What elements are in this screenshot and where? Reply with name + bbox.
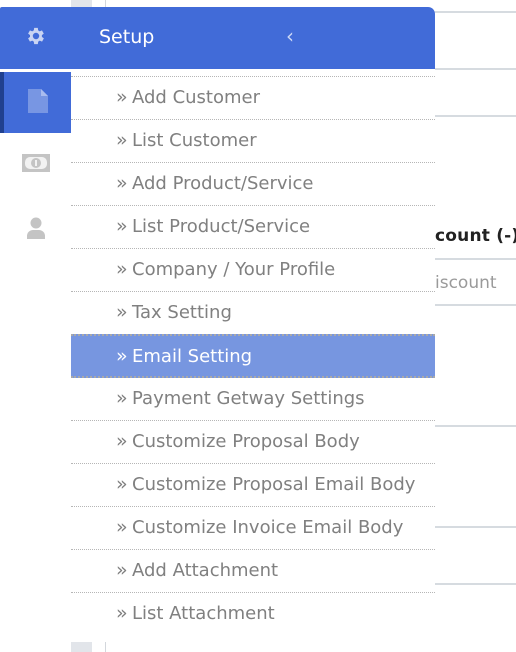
document-icon	[26, 87, 50, 119]
background-column-heading: count (-)	[435, 226, 516, 246]
double-chevron-right-icon: »	[116, 387, 128, 409]
background-row-divider	[435, 526, 516, 528]
menu-item-tax-setting[interactable]: » Tax Setting	[71, 291, 435, 334]
background-row-divider	[435, 68, 516, 70]
background-row-divider	[435, 115, 516, 117]
menu-item-label: Add Customer	[132, 87, 261, 108]
menu-item-customize-proposal-email-body[interactable]: » Customize Proposal Email Body	[71, 463, 435, 506]
sidebar-header: Setup ‹	[71, 7, 435, 69]
menu-item-label: List Attachment	[132, 603, 275, 624]
double-chevron-right-icon: »	[116, 602, 128, 624]
background-row-divider	[435, 583, 516, 585]
background-panel	[71, 642, 92, 652]
background-row-divider	[435, 258, 516, 260]
menu-item-label: Customize Proposal Body	[132, 431, 360, 452]
rail-item-payments[interactable]	[0, 145, 71, 185]
menu-item-label: Tax Setting	[132, 302, 232, 323]
menu-item-company-your-profile[interactable]: » Company / Your Profile	[71, 248, 435, 291]
double-chevron-right-icon: »	[116, 559, 128, 581]
background-column-value: iscount	[435, 273, 497, 293]
setup-submenu: » Add Customer» List Customer» Add Product/…	[71, 76, 435, 635]
menu-item-list-customer[interactable]: » List Customer	[71, 119, 435, 162]
menu-item-list-product-service[interactable]: » List Product/Service	[71, 205, 435, 248]
menu-item-label: Add Attachment	[132, 560, 279, 581]
money-icon	[21, 154, 50, 176]
menu-item-label: Company / Your Profile	[132, 259, 336, 280]
menu-item-label: Add Product/Service	[132, 173, 314, 194]
double-chevron-right-icon: »	[116, 345, 128, 367]
double-chevron-right-icon: »	[116, 258, 128, 280]
double-chevron-right-icon: »	[116, 172, 128, 194]
menu-item-payment-getway-settings[interactable]: » Payment Getway Settings	[71, 378, 435, 420]
menu-item-label: Customize Proposal Email Body	[132, 474, 416, 495]
double-chevron-right-icon: »	[116, 215, 128, 237]
menu-item-customize-proposal-body[interactable]: » Customize Proposal Body	[71, 420, 435, 463]
collapse-chevron-icon[interactable]: ‹	[286, 24, 294, 48]
background-row-divider	[435, 304, 516, 306]
background-divider	[105, 642, 106, 652]
double-chevron-right-icon: »	[116, 516, 128, 538]
menu-item-list-attachment[interactable]: » List Attachment	[71, 592, 435, 635]
user-icon	[26, 217, 46, 243]
double-chevron-right-icon: »	[116, 301, 128, 323]
double-chevron-right-icon: »	[116, 430, 128, 452]
rail-item-documents[interactable]	[0, 72, 71, 133]
sidebar-title: Setup	[99, 26, 155, 48]
menu-item-label: Payment Getway Settings	[132, 388, 365, 409]
menu-item-label: List Customer	[132, 130, 257, 151]
menu-item-label: Customize Invoice Email Body	[132, 517, 404, 538]
double-chevron-right-icon: »	[116, 129, 128, 151]
background-row-divider	[435, 11, 516, 13]
double-chevron-right-icon: »	[116, 473, 128, 495]
menu-item-customize-invoice-email-body[interactable]: » Customize Invoice Email Body	[71, 506, 435, 549]
double-chevron-right-icon: »	[116, 86, 128, 108]
menu-item-add-customer[interactable]: » Add Customer	[71, 76, 435, 119]
background-row-divider	[435, 425, 516, 427]
gear-icon	[25, 25, 47, 51]
menu-item-email-setting[interactable]: » Email Setting	[71, 334, 435, 378]
rail-item-users[interactable]	[0, 210, 71, 250]
menu-item-label: Email Setting	[132, 346, 253, 367]
menu-item-add-attachment[interactable]: » Add Attachment	[71, 549, 435, 592]
rail-item-setup[interactable]	[0, 7, 71, 69]
menu-item-add-product-service[interactable]: » Add Product/Service	[71, 162, 435, 205]
menu-item-label: List Product/Service	[132, 216, 311, 237]
